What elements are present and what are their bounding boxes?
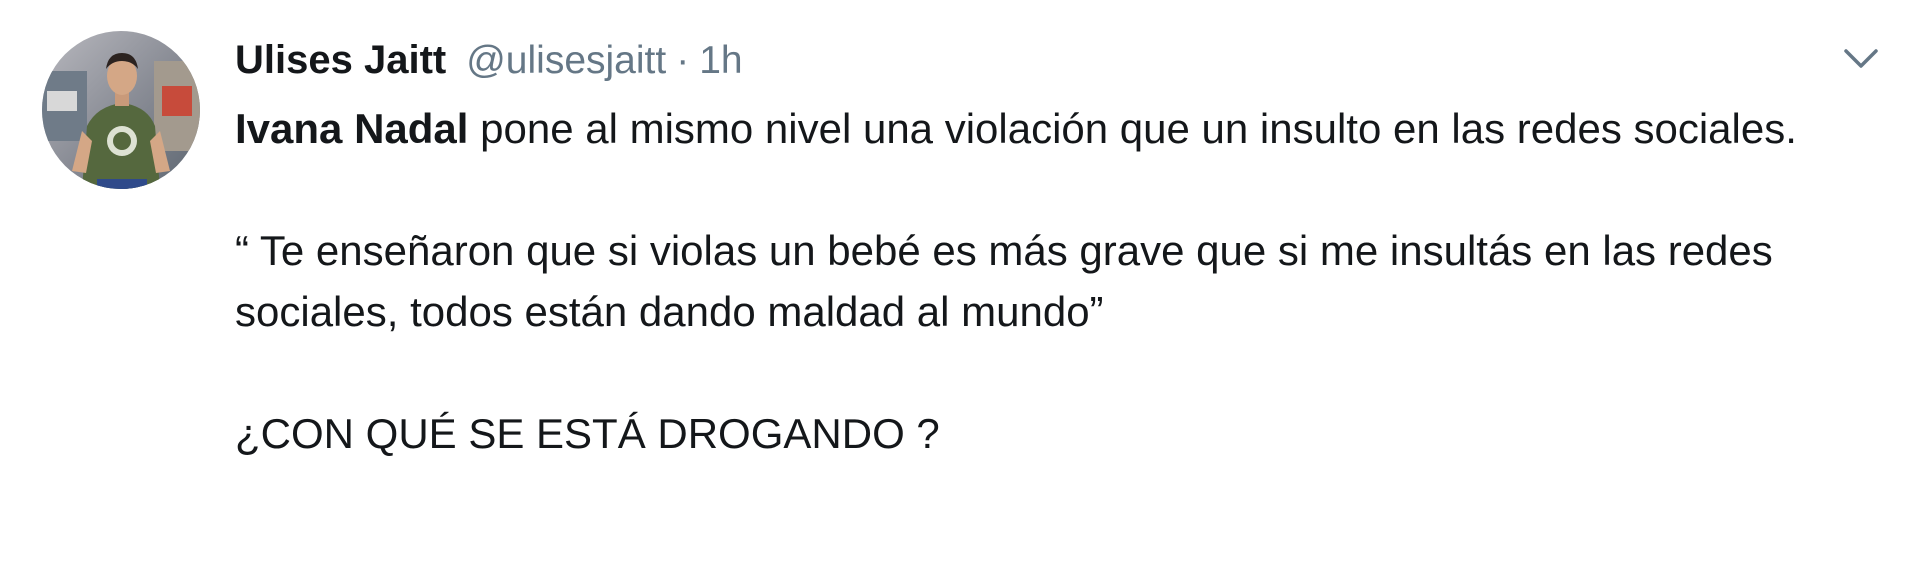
- chevron-down-icon[interactable]: [1842, 45, 1880, 73]
- author-name[interactable]: Ulises Jaitt: [235, 38, 446, 83]
- avatar[interactable]: [42, 31, 200, 189]
- author-handle[interactable]: @ulisesjaitt: [466, 39, 666, 83]
- separator-dot: ·: [676, 39, 690, 82]
- mention-link[interactable]: Ivana Nadal: [235, 105, 468, 152]
- tweet-header: Ulises Jaitt @ulisesjaitt · 1h: [235, 38, 1825, 96]
- paragraph-1-text: pone al mismo nivel una violación que un…: [468, 105, 1797, 152]
- tweet-paragraph-quote: “ Te enseñaron que si violas un bebé es …: [235, 227, 1773, 335]
- tweet-content: Ulises Jaitt @ulisesjaitt · 1h Ivana Nad…: [235, 38, 1825, 464]
- tweet-text: Ivana Nadal pone al mismo nivel una viol…: [235, 98, 1825, 464]
- tweet-paragraph-1: Ivana Nadal pone al mismo nivel una viol…: [235, 98, 1825, 159]
- tweet[interactable]: Ulises Jaitt @ulisesjaitt · 1h Ivana Nad…: [0, 0, 1920, 562]
- timestamp[interactable]: 1h: [699, 39, 742, 83]
- tweet-paragraph-question: ¿CON QUÉ SE ESTÁ DROGANDO ?: [235, 410, 940, 457]
- avatar-photo: [42, 31, 200, 189]
